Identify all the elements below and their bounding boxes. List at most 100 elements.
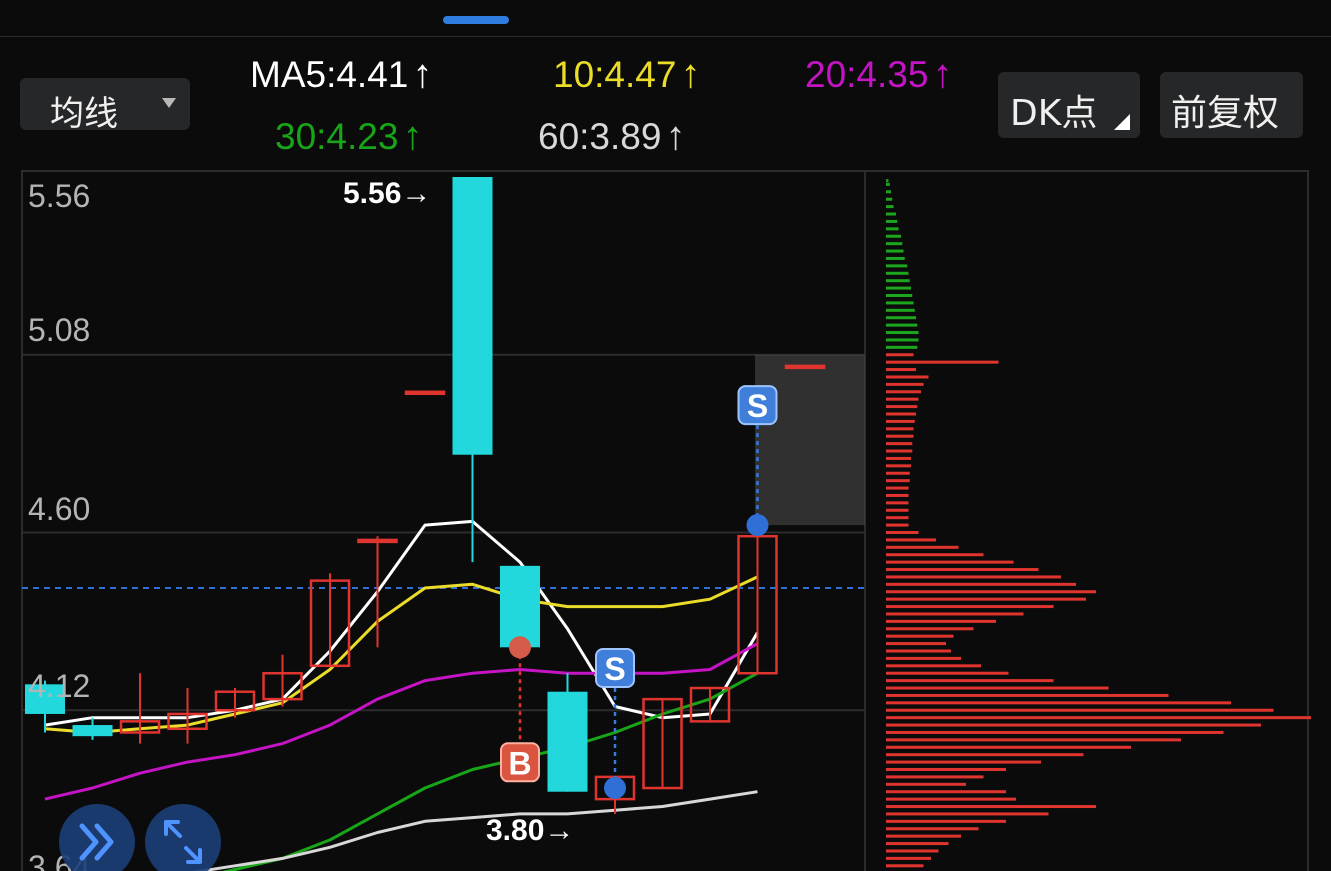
volume-profile-bar — [886, 760, 1041, 764]
volume-profile-bar — [886, 249, 904, 253]
volume-profile-bar — [886, 686, 1109, 690]
volume-profile-bar — [886, 568, 1039, 572]
volume-profile-bar — [886, 723, 1261, 727]
volume-profile-bar — [886, 664, 981, 668]
volume-profile-bar — [886, 323, 918, 327]
volume-profile-bar — [886, 331, 919, 335]
volume-profile-bar — [886, 271, 909, 275]
expand-button-bg — [59, 804, 135, 871]
expand-button[interactable] — [59, 804, 135, 871]
volume-profile-bar — [886, 301, 914, 305]
candle — [784, 364, 826, 370]
highlight-box — [755, 354, 865, 526]
volume-profile-bar — [886, 612, 1024, 616]
volume-profile-bar — [886, 179, 889, 183]
volume-profile-bar — [886, 345, 918, 349]
volume-profile-bar — [886, 531, 919, 534]
volume-profile-bar — [886, 849, 939, 853]
volume-profile-bar — [886, 649, 951, 653]
volume-profile-bar — [886, 627, 974, 631]
candle — [357, 536, 398, 648]
volume-profile-bar — [886, 493, 909, 497]
volume-profile-bar — [886, 768, 1006, 771]
volume-profile-bar — [886, 523, 909, 527]
volume-profile-bar — [886, 464, 911, 468]
volume-profile-bar — [886, 368, 916, 372]
volume-profile-bar — [886, 434, 914, 438]
candle-body — [72, 725, 113, 737]
volume-profile-bar — [886, 197, 893, 201]
volume-profile-bar — [886, 382, 924, 386]
volume-profile-bar — [886, 842, 949, 846]
volume-profile-bar — [886, 605, 1054, 609]
ma-line-MA5 — [44, 519, 759, 727]
volume-profile-bar — [886, 812, 1049, 816]
candlestick-chart[interactable]: BSS 5.56 5.08 4.60 4.12 3.64 5.56→ 3.80→ — [0, 0, 1331, 871]
volume-profile-bar — [886, 264, 908, 268]
volume-profile-bar — [886, 449, 913, 453]
volume-profile-bar — [886, 575, 1061, 579]
volume-profile-bar — [886, 693, 1169, 697]
volume-profile-bar — [886, 834, 961, 838]
volume-profile-bar — [886, 597, 1086, 601]
buy-signal: B — [500, 636, 540, 783]
volume-profile-bar — [886, 856, 931, 860]
volume-profile-bar — [886, 797, 1016, 801]
fullscreen-button[interactable] — [145, 804, 221, 871]
volume-profile-bar — [886, 679, 1054, 683]
volume-profile-bar — [886, 516, 909, 520]
volume-profile-bar — [886, 308, 915, 312]
candle — [119, 673, 161, 744]
volume-profile-bar — [886, 730, 1224, 734]
moving-average-layer — [44, 519, 759, 871]
volume-profile-bar — [886, 671, 1009, 675]
y-tick-label: 4.60 — [28, 491, 90, 527]
volume-profile-bar — [886, 353, 914, 357]
volume-profile-bar — [886, 486, 909, 490]
volume-profile-bar — [886, 182, 890, 186]
volume-profile-bar — [886, 375, 929, 379]
volume-profile-bar — [886, 205, 894, 209]
candle — [262, 654, 303, 707]
volume-profile-bar — [886, 286, 911, 290]
volume-profile-bar — [886, 471, 910, 475]
chart-frame — [21, 170, 1309, 871]
volume-profile-bar — [886, 427, 914, 431]
candle-body — [404, 390, 446, 396]
volume-profile-bar — [886, 790, 1006, 794]
volume-profile-bar — [886, 560, 1014, 564]
volume-profile-bar — [886, 805, 1096, 809]
y-tick-label: 5.08 — [28, 312, 90, 348]
volume-profile-bar — [886, 390, 921, 394]
volume-profile-bar — [886, 864, 924, 868]
volume-profile-bar — [886, 234, 901, 238]
volume-profile-bar — [886, 508, 909, 512]
highlight-box-layer — [755, 354, 865, 526]
candle-body — [547, 691, 588, 792]
candle — [642, 697, 683, 790]
volume-profile-bar — [886, 412, 916, 416]
volume-profile-bar — [886, 716, 1311, 720]
volume-profile-bar — [886, 456, 911, 460]
candle — [404, 390, 446, 396]
signal-dot — [604, 777, 626, 800]
volume-profile-bar — [886, 242, 903, 246]
volume-profile-bar — [886, 501, 909, 505]
volume-profile-bar — [886, 701, 1231, 705]
candle-body — [500, 565, 540, 648]
volume-profile-bar — [886, 827, 979, 831]
volume-profile-bar — [886, 738, 1181, 742]
volume-profile-bar — [886, 656, 961, 660]
volume-profile-bar — [886, 538, 936, 542]
volume-profile-bar — [886, 619, 996, 623]
y-tick-label: 4.12 — [28, 668, 90, 704]
volume-profile-bar — [886, 745, 1131, 749]
volume-profile-bar — [886, 294, 913, 297]
y-tick-label: 5.56 — [28, 178, 90, 214]
volume-profile-bar — [886, 708, 1274, 712]
candle — [547, 673, 588, 792]
volume-profile-bar — [886, 316, 916, 320]
signal-badge-label: S — [604, 651, 625, 687]
signal-badge-label: B — [508, 745, 531, 781]
volume-profile-bar — [886, 553, 984, 557]
